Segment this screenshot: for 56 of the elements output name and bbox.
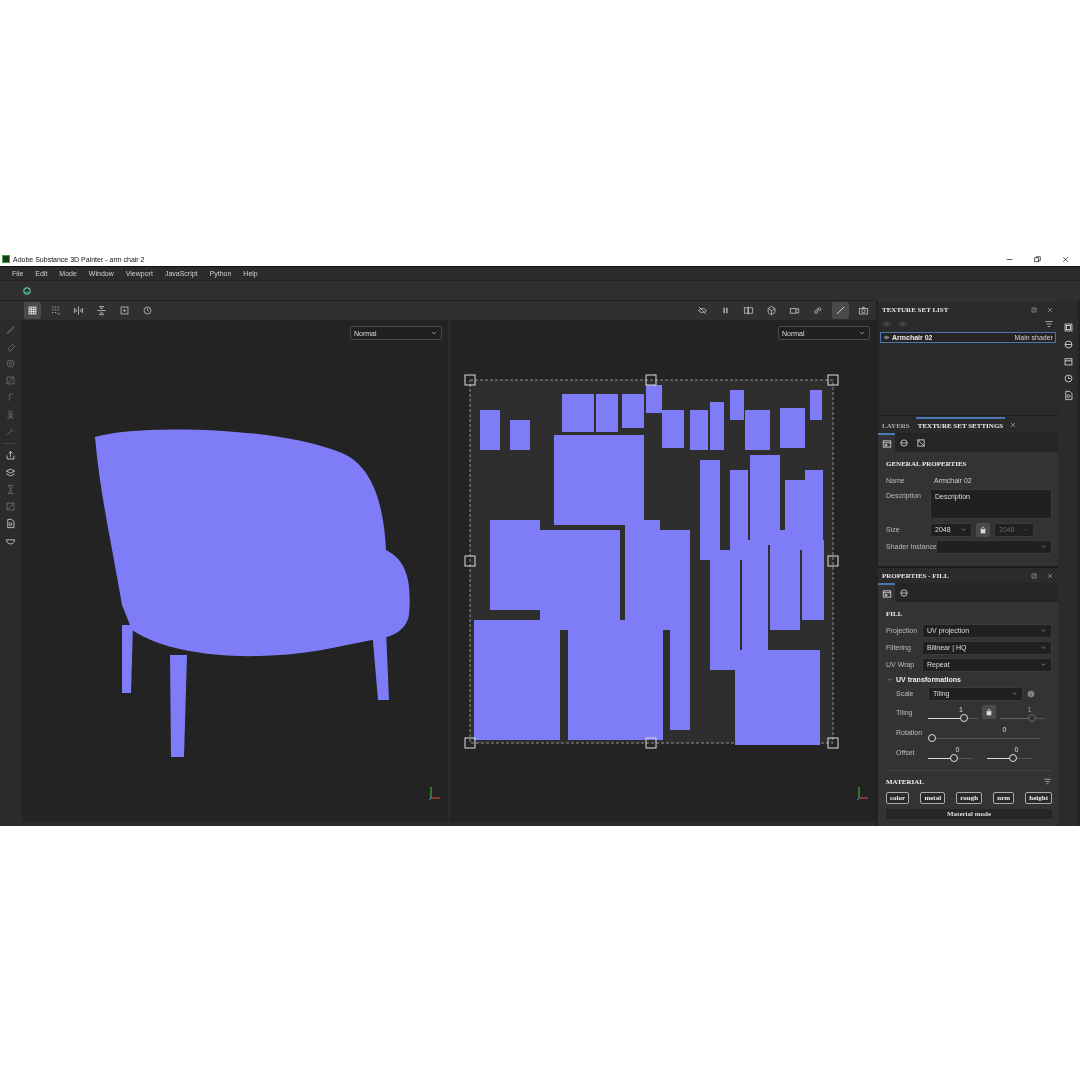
document-icon[interactable] — [4, 518, 16, 529]
export-icon[interactable] — [4, 450, 16, 461]
lock-icon — [985, 708, 993, 716]
frame-icon — [119, 305, 130, 316]
cube-icon — [766, 305, 777, 316]
chevron-icon — [960, 526, 967, 533]
display-settings-icon[interactable] — [1062, 322, 1074, 333]
camera-icon — [789, 305, 800, 316]
brush-icon — [835, 305, 846, 316]
mirror-icon — [73, 305, 84, 316]
chevron-icon — [1040, 644, 1047, 651]
float-panel-button[interactable] — [1030, 305, 1038, 314]
chevron-icon — [1022, 526, 1029, 533]
shader-tab-icon[interactable] — [898, 437, 909, 448]
split-icon — [743, 305, 754, 316]
eye-slash-icon — [697, 305, 708, 316]
chevron-icon — [430, 329, 438, 337]
brush-button[interactable] — [832, 302, 849, 319]
info-icon[interactable] — [1027, 689, 1035, 698]
close-panel-button[interactable] — [1046, 305, 1054, 314]
grid-icon — [50, 305, 61, 316]
app-mode-icon[interactable] — [22, 285, 32, 296]
chevron-icon — [1040, 661, 1047, 668]
close-button[interactable] — [1061, 254, 1070, 264]
material-options-icon[interactable] — [1043, 777, 1052, 786]
list-options-icon[interactable] — [1044, 319, 1054, 329]
mirror-icon — [96, 305, 107, 316]
shader-settings-icon[interactable] — [1062, 339, 1074, 350]
visibility-icon[interactable] — [883, 334, 890, 341]
chevron-icon — [1040, 543, 1047, 550]
cluster-icon — [812, 305, 823, 316]
reset-icon — [142, 305, 153, 316]
lock-button[interactable] — [976, 522, 990, 537]
chevron-icon — [1040, 627, 1047, 634]
close-tab-button[interactable] — [1009, 420, 1018, 429]
pause-icon — [720, 305, 731, 316]
app-logo-icon — [2, 255, 10, 263]
history-icon[interactable] — [1062, 373, 1074, 384]
close-panel-button[interactable] — [1046, 571, 1054, 580]
grid-button[interactable] — [24, 302, 41, 319]
lock-button[interactable] — [982, 705, 996, 719]
axis-gizmo-icon — [856, 785, 870, 801]
lock-icon — [979, 525, 987, 534]
material-tab-icon[interactable] — [898, 587, 909, 598]
chevron-icon — [858, 329, 866, 337]
fill-tab-icon[interactable] — [881, 588, 892, 599]
uv-tab-icon[interactable] — [915, 437, 926, 448]
restore-button[interactable] — [1033, 254, 1042, 264]
axis-gizmo-icon — [428, 785, 442, 801]
assets-icon[interactable] — [1062, 356, 1074, 367]
screenshot-icon — [858, 305, 869, 316]
chevron-icon — [1011, 690, 1018, 697]
log-icon[interactable] — [1062, 390, 1074, 401]
float-panel-button[interactable] — [1030, 571, 1038, 580]
general-tab-icon[interactable] — [881, 438, 892, 449]
grid-icon — [27, 305, 38, 316]
